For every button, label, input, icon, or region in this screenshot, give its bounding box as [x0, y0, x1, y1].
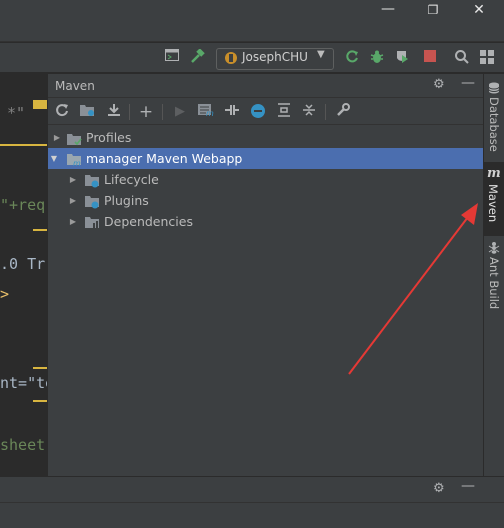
tree-item-label: Lifecycle — [104, 172, 159, 187]
tree-item-label: Plugins — [104, 193, 149, 208]
rerun-icon[interactable] — [343, 49, 361, 67]
collapse-all-icon[interactable] — [300, 103, 318, 121]
tree-item-profiles[interactable]: ▶ Profiles — [48, 127, 483, 148]
maven-project-icon: m — [67, 152, 82, 168]
tree-item-label: manager Maven Webapp — [86, 151, 243, 166]
layout-icon[interactable] — [478, 49, 496, 67]
bottom-tool-window-header — [0, 476, 504, 502]
tomcat-icon — [224, 51, 238, 65]
gutter-marker — [33, 400, 47, 402]
download-icon[interactable] — [105, 103, 123, 121]
code-line: .0 Tr — [0, 255, 46, 273]
lifecycle-folder-icon — [85, 173, 100, 188]
gear-icon[interactable]: ⚙ — [433, 77, 445, 92]
code-line: "+req — [0, 196, 46, 214]
wrench-icon[interactable] — [334, 103, 352, 121]
skip-tests-icon[interactable] — [249, 103, 267, 121]
tree-item-manager-maven-webapp[interactable]: ▼ m manager Maven Webapp — [48, 148, 483, 169]
search-icon[interactable] — [453, 49, 471, 67]
database-icon — [488, 82, 500, 97]
generate-sources-icon[interactable] — [79, 103, 97, 121]
tab-maven-label: Maven — [486, 184, 500, 223]
code-editor[interactable]: *" "+req .0 Tr > nt="te sheet" — [0, 74, 47, 476]
profiles-folder-icon — [67, 131, 82, 146]
toolbar-separator — [129, 104, 130, 120]
stop-icon[interactable] — [421, 49, 439, 67]
show-dependencies-icon[interactable] — [275, 103, 293, 121]
chevron-right-icon[interactable]: ▶ — [52, 127, 62, 148]
chevron-right-icon[interactable]: ▶ — [68, 190, 78, 211]
bottom-tool-window-body — [0, 502, 504, 528]
toolbar-separator — [325, 104, 326, 120]
code-line: *" — [7, 104, 26, 122]
run-icon[interactable]: ▶ — [171, 103, 189, 121]
menu-bar — [0, 20, 504, 42]
tree-item-lifecycle[interactable]: ▶ Lifecycle — [48, 169, 483, 190]
run-maven-goal-icon[interactable]: m — [197, 103, 215, 121]
dependencies-folder-icon — [85, 215, 100, 228]
build-hammer-icon[interactable] — [188, 48, 206, 67]
tree-item-dependencies[interactable]: ▶ Dependencies — [48, 211, 483, 232]
tab-ant-build[interactable]: Ant Build — [486, 240, 502, 312]
run-configuration-label: JosephCHU — [242, 50, 308, 64]
maven-m-icon: m — [487, 166, 501, 181]
minimize-icon[interactable]: — — [376, 0, 400, 20]
maven-title: Maven — [55, 79, 95, 93]
tree-item-plugins[interactable]: ▶ Plugins — [48, 190, 483, 211]
tree-item-label: Dependencies — [104, 214, 193, 229]
gutter-marker — [0, 144, 47, 146]
toolbar-separator — [162, 104, 163, 120]
restore-icon[interactable]: ❐ — [421, 0, 445, 20]
gutter-marker — [33, 100, 47, 109]
plugins-folder-icon — [85, 194, 100, 209]
tab-database[interactable]: Database — [486, 80, 502, 152]
reload-icon[interactable] — [53, 103, 71, 121]
ant-icon — [488, 241, 500, 257]
svg-text:m: m — [73, 159, 81, 167]
chevron-down-icon: ▼ — [317, 49, 325, 60]
hide-icon[interactable]: — — [461, 75, 475, 91]
svg-text:m: m — [206, 109, 214, 117]
coverage-icon[interactable] — [393, 49, 411, 67]
tab-maven[interactable]: m Maven — [484, 162, 504, 236]
gutter-marker — [33, 229, 47, 231]
tab-ant-build-label: Ant Build — [487, 257, 501, 310]
gear-icon[interactable]: ⚙ — [433, 481, 445, 496]
toggle-offline-icon[interactable] — [223, 103, 241, 121]
code-line: nt="te — [0, 374, 47, 392]
code-line: sheet" — [0, 436, 47, 454]
chevron-right-icon[interactable]: ▶ — [68, 169, 78, 190]
close-icon[interactable]: ✕ — [467, 0, 491, 20]
code-line: > — [0, 285, 10, 303]
hide-icon[interactable]: — — [461, 478, 475, 494]
chevron-right-icon[interactable]: ▶ — [68, 211, 78, 232]
project-structure-icon[interactable] — [163, 49, 181, 67]
add-icon[interactable]: + — [137, 103, 155, 121]
chevron-down-icon[interactable]: ▼ — [49, 148, 59, 169]
debug-icon[interactable] — [368, 49, 386, 67]
tab-database-label: Database — [487, 97, 501, 152]
maven-header — [48, 74, 483, 98]
tree-item-label: Profiles — [86, 130, 132, 145]
gutter-marker — [33, 367, 47, 369]
